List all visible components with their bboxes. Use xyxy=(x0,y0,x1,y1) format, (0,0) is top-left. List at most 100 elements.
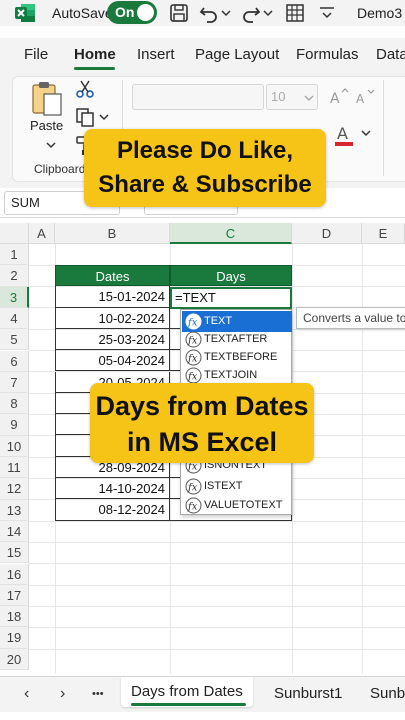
autocomplete-item-valuetotext[interactable]: fx VALUETOTEXT xyxy=(182,495,292,516)
row-header-5[interactable]: 5 xyxy=(0,329,29,351)
row-header-1[interactable]: 1 xyxy=(0,244,29,266)
copy-icon[interactable] xyxy=(74,106,96,128)
font-size-select[interactable]: 10 xyxy=(266,84,318,110)
row-header-13[interactable]: 13 xyxy=(0,499,29,521)
row-header-14[interactable]: 14 xyxy=(0,520,29,543)
row-header-11[interactable]: 11 xyxy=(0,457,29,479)
column-header-d[interactable]: D xyxy=(292,223,362,244)
ribbon-tabs: File Home Insert Page Layout Formulas Da… xyxy=(0,38,405,70)
font-family-select[interactable] xyxy=(132,84,264,110)
font-color-dropdown-icon[interactable] xyxy=(360,128,372,138)
row-header-15[interactable]: 15 xyxy=(0,542,29,564)
tab-home[interactable]: Home xyxy=(74,46,116,63)
undo-dropdown-icon[interactable] xyxy=(220,2,232,24)
svg-text:fx: fx xyxy=(187,372,198,383)
cell-b5[interactable]: 25-03-2024 xyxy=(55,328,170,351)
column-header-e[interactable]: E xyxy=(362,223,405,244)
function-icon: fx xyxy=(185,478,202,495)
more-options-icon[interactable] xyxy=(316,2,338,24)
cell-c2-header[interactable]: Days xyxy=(170,265,292,287)
row-header-6[interactable]: 6 xyxy=(0,350,29,372)
cell-b12[interactable]: 14-10-2024 xyxy=(55,478,170,500)
redo-dropdown-icon[interactable] xyxy=(262,2,274,24)
clipboard-group-label: Clipboard xyxy=(34,162,86,176)
topic-banner-line1: Days from Dates xyxy=(95,391,309,421)
subscribe-banner: Please Do Like, Share & Subscribe xyxy=(84,129,326,207)
toggle-knob xyxy=(137,4,154,21)
svg-text:fx: fx xyxy=(187,354,198,365)
paste-icon[interactable] xyxy=(30,80,64,118)
document-name[interactable]: Demo3 xyxy=(357,5,402,21)
title-bar: AutoSave On Demo3 xyxy=(0,0,405,26)
autosave-toggle-state: On xyxy=(115,4,135,20)
subscribe-banner-line2: Share & Subscribe xyxy=(98,171,312,198)
sheet-prev-icon[interactable]: ‹ xyxy=(24,685,29,703)
paste-dropdown-icon[interactable] xyxy=(44,140,58,150)
autocomplete-item-istext[interactable]: fx ISTEXT xyxy=(182,476,292,497)
row-header-20[interactable]: 20 xyxy=(0,648,29,670)
save-icon[interactable] xyxy=(168,2,190,24)
sheet-next-icon[interactable]: › xyxy=(60,685,65,703)
excel-logo-icon[interactable] xyxy=(14,3,36,23)
sheet-tab-sunburst2[interactable]: Sunb xyxy=(370,685,405,702)
decrease-font-icon[interactable]: A xyxy=(354,86,376,108)
subscribe-banner-line1: Please Do Like, xyxy=(116,137,294,164)
svg-text:fx: fx xyxy=(187,318,198,329)
cell-b3[interactable]: 15-01-2024 xyxy=(55,286,170,308)
column-header-a[interactable]: A xyxy=(29,223,55,244)
gridline xyxy=(29,627,405,628)
tab-formulas[interactable]: Formulas xyxy=(296,46,359,63)
active-sheet-indicator xyxy=(131,703,246,706)
row-header-4[interactable]: 4 xyxy=(0,307,29,330)
svg-text:A: A xyxy=(330,91,340,107)
function-icon: fx xyxy=(185,497,202,514)
row-header-9[interactable]: 9 xyxy=(0,414,29,436)
row-header-8[interactable]: 8 xyxy=(0,393,29,415)
tab-insert[interactable]: Insert xyxy=(137,46,175,63)
tab-page-layout[interactable]: Page Layout xyxy=(195,46,279,63)
gridline xyxy=(29,649,405,650)
sheet-more-icon[interactable]: ••• xyxy=(92,688,104,700)
bottom-strip xyxy=(0,712,405,720)
row-header-3[interactable]: 3 xyxy=(0,286,29,308)
undo-icon[interactable] xyxy=(198,2,220,24)
tab-data[interactable]: Data xyxy=(376,46,405,63)
active-cell-input[interactable]: =TEXT xyxy=(175,290,216,305)
cell-b6[interactable]: 05-04-2024 xyxy=(55,350,170,372)
row-header-7[interactable]: 7 xyxy=(0,371,29,394)
increase-font-icon[interactable]: A xyxy=(328,86,350,108)
svg-text:fx: fx xyxy=(187,336,198,347)
paste-button[interactable]: Paste xyxy=(30,118,63,133)
row-header-10[interactable]: 10 xyxy=(0,435,29,457)
row-header-2[interactable]: 2 xyxy=(0,265,29,287)
font-color-icon[interactable]: A xyxy=(332,122,358,148)
tab-file[interactable]: File xyxy=(24,46,48,63)
svg-text:fx: fx xyxy=(187,502,198,513)
autosave-label: AutoSave xyxy=(52,5,113,21)
active-cell-c3[interactable]: =TEXT xyxy=(170,287,292,309)
gridline xyxy=(29,585,405,586)
autosave-toggle[interactable]: On xyxy=(107,1,157,24)
cell-b2-header[interactable]: Dates xyxy=(55,265,170,287)
function-icon: fx xyxy=(185,367,202,384)
row-header-16[interactable]: 16 xyxy=(0,563,29,585)
row-header-18[interactable]: 18 xyxy=(0,606,29,628)
cut-icon[interactable] xyxy=(74,78,96,100)
name-box-value: SUM xyxy=(11,195,40,210)
row-header-17[interactable]: 17 xyxy=(0,584,29,607)
sheet-tab-sunburst1[interactable]: Sunburst1 xyxy=(274,685,342,702)
cell-b4[interactable]: 10-02-2024 xyxy=(55,307,170,329)
select-all-corner[interactable] xyxy=(0,223,29,244)
column-header-b[interactable]: B xyxy=(55,223,170,244)
autocomplete-label: VALUETOTEXT xyxy=(204,499,283,511)
table-grid-icon[interactable] xyxy=(284,2,306,24)
copy-dropdown-icon[interactable] xyxy=(98,112,110,122)
column-header-c[interactable]: C xyxy=(170,223,292,244)
gridline xyxy=(29,563,405,564)
redo-icon[interactable] xyxy=(240,2,262,24)
ribbon-separator-2 xyxy=(383,80,384,176)
row-header-19[interactable]: 19 xyxy=(0,627,29,649)
row-header-12[interactable]: 12 xyxy=(0,478,29,500)
cell-b13[interactable]: 08-12-2024 xyxy=(55,499,170,521)
function-icon: fx xyxy=(185,349,202,366)
